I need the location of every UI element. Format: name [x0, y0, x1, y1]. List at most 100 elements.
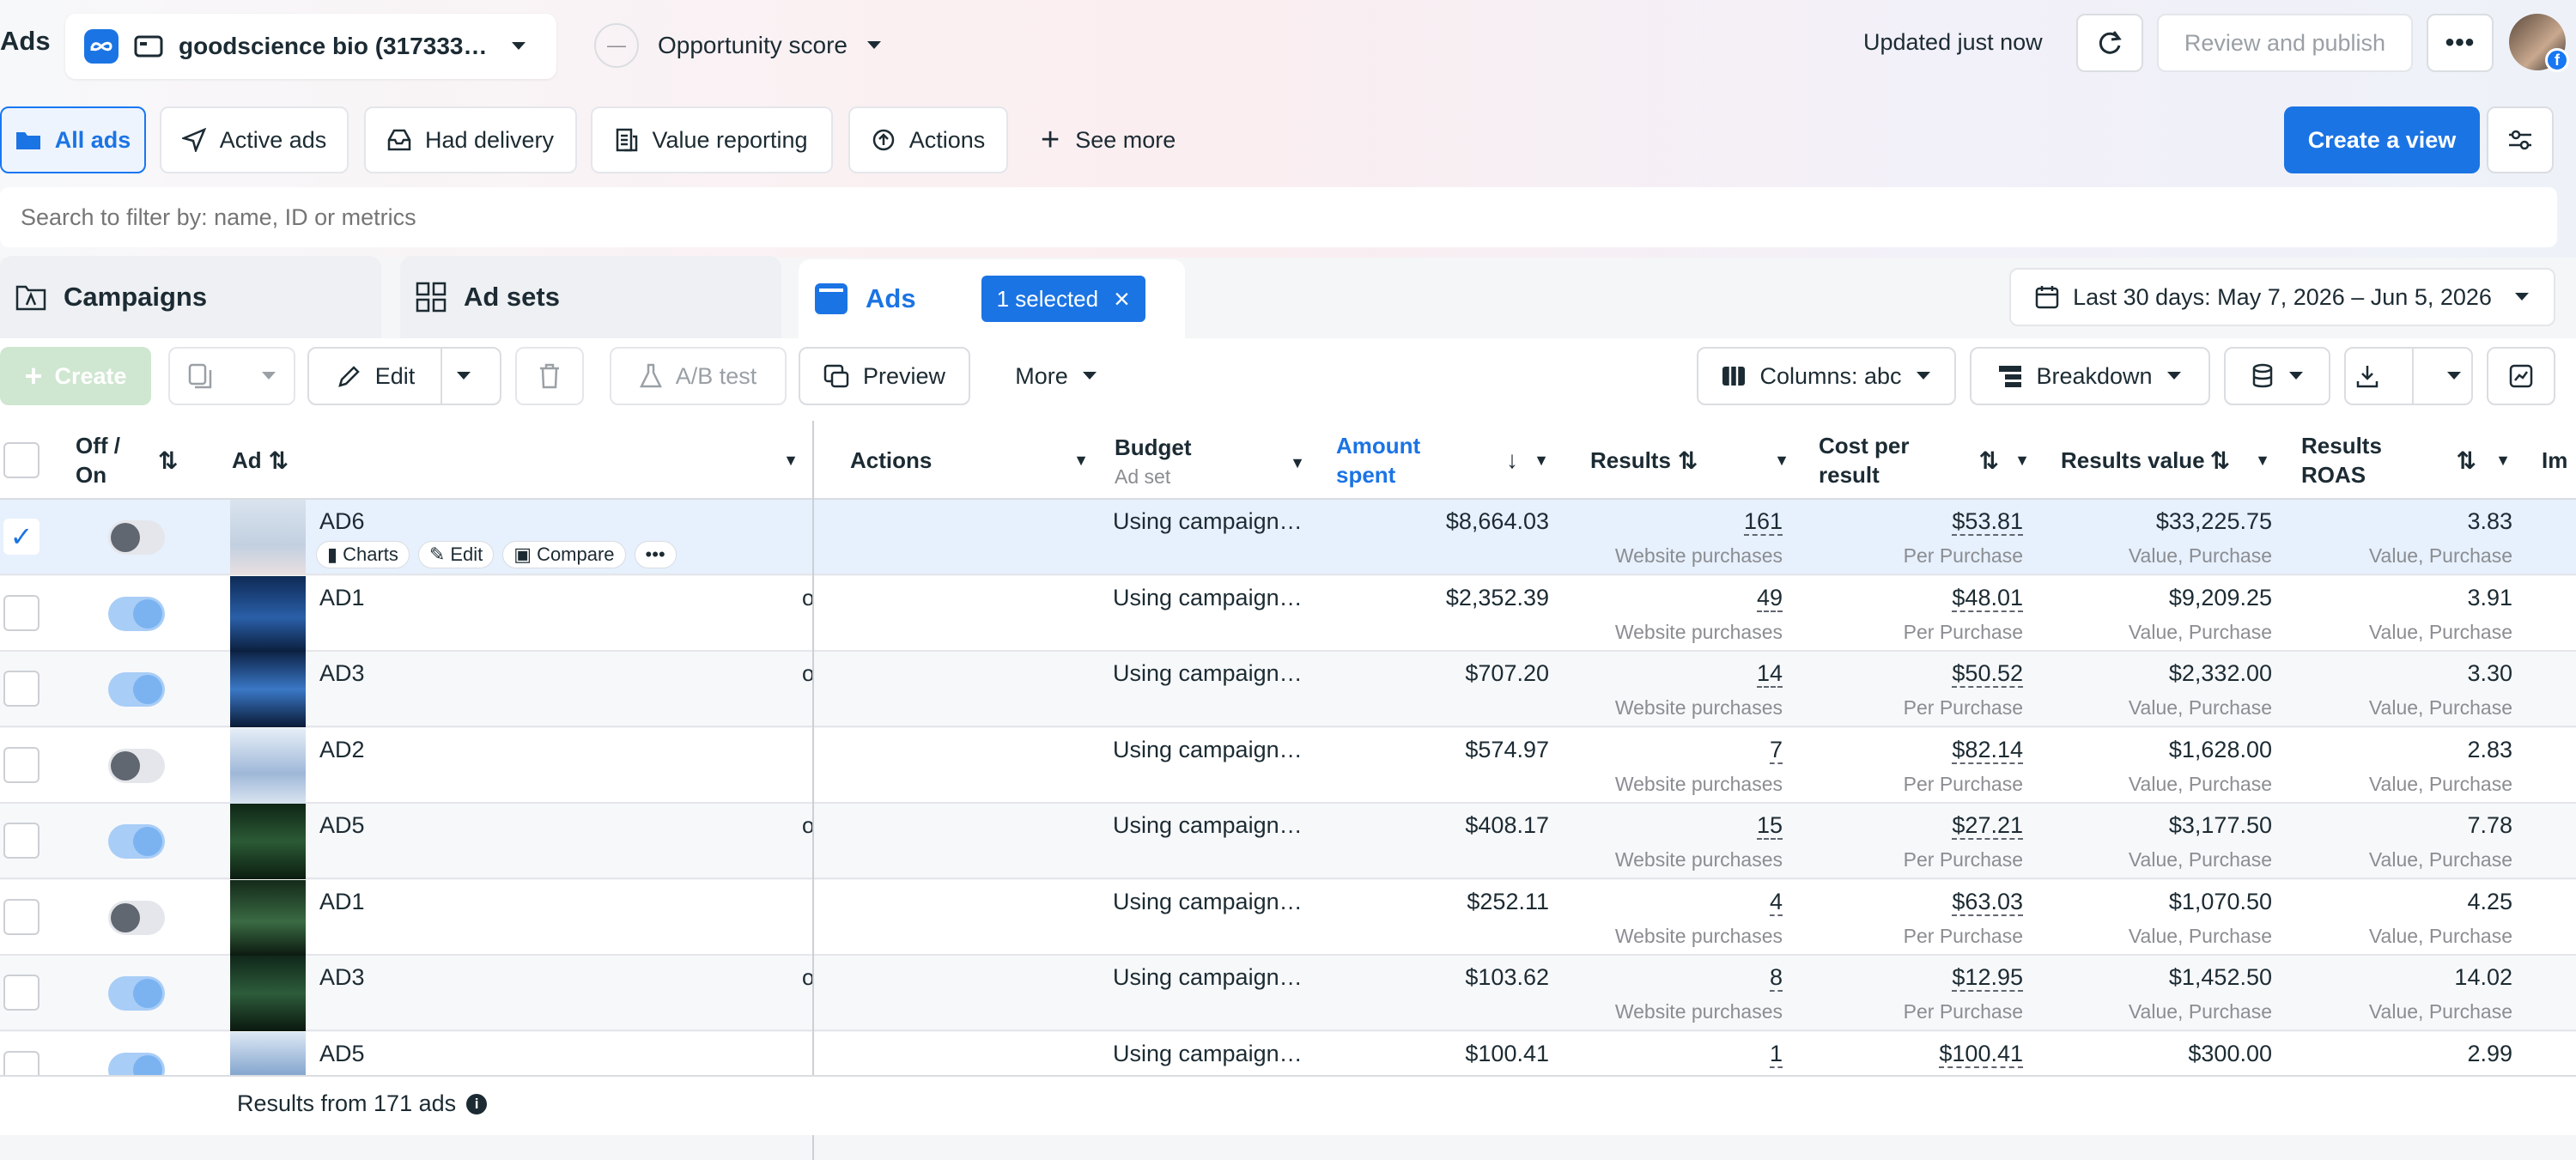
- delivery-toggle[interactable]: [108, 901, 165, 935]
- ad-name[interactable]: AD1: [319, 889, 365, 915]
- delivery-toggle[interactable]: [108, 672, 165, 707]
- tab-had-delivery[interactable]: Had delivery: [364, 106, 577, 173]
- tab-value-reporting[interactable]: Value reporting: [591, 106, 833, 173]
- search-bar[interactable]: [0, 187, 2557, 247]
- breakdown-dropdown[interactable]: Breakdown: [1970, 347, 2210, 405]
- row-checkbox[interactable]: [3, 899, 39, 935]
- results-value[interactable]: 8: [1769, 964, 1783, 992]
- reports-dropdown[interactable]: [2224, 347, 2330, 405]
- table-row[interactable]: AD1 Using campaign… $252.11 4 Website purcha…: [0, 880, 2576, 956]
- create-button[interactable]: + Create: [0, 347, 151, 405]
- table-row[interactable]: ✓ AD6 ▮ Charts ✎ Edit ▣ Compare ••• Using campaig…: [0, 500, 2576, 575]
- charts-button[interactable]: ▮ Charts: [316, 541, 410, 568]
- results-value[interactable]: 161: [1743, 508, 1783, 536]
- opportunity-score[interactable]: — Opportunity score: [594, 19, 882, 72]
- cost-per-result-value[interactable]: $50.52: [1952, 660, 2023, 688]
- row-more-button[interactable]: •••: [634, 541, 677, 568]
- tab-ads[interactable]: Ads 1 selected ×: [799, 259, 1185, 338]
- more-options-button[interactable]: •••: [2427, 14, 2494, 72]
- col-off-on[interactable]: Off / On ⇅: [76, 421, 213, 500]
- table-row[interactable]: AD1 ol Using campaign… $2,352.39 49 Website p…: [0, 576, 2576, 652]
- tab-ad-sets[interactable]: Ad sets: [400, 256, 781, 338]
- export-dropdown[interactable]: [2344, 347, 2473, 405]
- results-value[interactable]: 15: [1756, 812, 1783, 840]
- see-more-button[interactable]: + See more: [1041, 120, 1176, 160]
- refresh-button[interactable]: [2076, 14, 2143, 72]
- cost-per-result-value[interactable]: $82.14: [1952, 737, 2023, 764]
- duplicate-button[interactable]: [168, 347, 295, 405]
- ad-name[interactable]: AD3: [319, 660, 365, 687]
- results-value[interactable]: 49: [1756, 585, 1783, 612]
- cost-per-result-value[interactable]: $27.21: [1952, 812, 2023, 840]
- close-icon[interactable]: ×: [1114, 283, 1130, 315]
- ad-name[interactable]: AD1: [319, 585, 365, 611]
- view-settings-button[interactable]: [2487, 106, 2554, 173]
- table-row[interactable]: AD2 Using campaign… $574.97 7 Website purcha…: [0, 728, 2576, 804]
- row-checkbox[interactable]: [3, 747, 39, 783]
- col-results-roas[interactable]: Results ROAS ⇅ ▼: [2301, 421, 2511, 500]
- ad-thumbnail[interactable]: [230, 576, 306, 652]
- tab-actions[interactable]: Actions: [848, 106, 1008, 173]
- table-row[interactable]: AD3 ol Using campaign… $103.62 8 Website purc…: [0, 956, 2576, 1031]
- cost-per-result-value[interactable]: $12.95: [1952, 964, 2023, 992]
- ad-name[interactable]: AD6: [319, 508, 365, 535]
- row-edit-button[interactable]: ✎ Edit: [417, 541, 495, 568]
- selected-badge[interactable]: 1 selected ×: [981, 276, 1145, 322]
- row-checkbox[interactable]: [3, 595, 39, 631]
- ad-thumbnail[interactable]: [230, 880, 306, 956]
- results-value[interactable]: 7: [1769, 737, 1783, 764]
- ad-thumbnail[interactable]: [230, 652, 306, 727]
- create-view-button[interactable]: Create a view: [2284, 106, 2480, 173]
- delivery-toggle[interactable]: [108, 824, 165, 859]
- ad-thumbnail[interactable]: [230, 956, 306, 1031]
- more-dropdown[interactable]: More: [996, 347, 1116, 405]
- delivery-toggle[interactable]: [108, 749, 165, 783]
- row-checkbox[interactable]: [3, 975, 39, 1011]
- table-row[interactable]: AD3 ol Using campaign… $707.20 14 Website pur…: [0, 652, 2576, 727]
- row-checkbox[interactable]: [3, 671, 39, 707]
- ab-test-button[interactable]: A/B test: [610, 347, 787, 405]
- tab-all-ads[interactable]: All ads: [0, 106, 146, 173]
- results-value[interactable]: 14: [1756, 660, 1783, 688]
- ad-name[interactable]: AD3: [319, 964, 365, 991]
- tab-active-ads[interactable]: Active ads: [160, 106, 349, 173]
- account-selector[interactable]: goodscience bio (317333…: [65, 14, 556, 79]
- tab-campaigns[interactable]: Campaigns: [0, 256, 381, 338]
- preview-button[interactable]: Preview: [799, 347, 970, 405]
- ad-thumbnail[interactable]: [230, 500, 306, 575]
- col-cost-per-result[interactable]: Cost per result ⇅ ▼: [1819, 421, 2030, 500]
- cost-per-result-value[interactable]: $53.81: [1952, 508, 2023, 536]
- col-actions[interactable]: Actions ▼: [850, 421, 1089, 500]
- col-next[interactable]: Im: [2542, 421, 2576, 500]
- results-value[interactable]: 4: [1769, 889, 1783, 916]
- cost-per-result-value[interactable]: $63.03: [1952, 889, 2023, 916]
- delivery-toggle[interactable]: [108, 597, 165, 631]
- ad-name[interactable]: AD5: [319, 812, 365, 839]
- cost-per-result-value[interactable]: $48.01: [1952, 585, 2023, 612]
- select-all-checkbox[interactable]: [3, 442, 39, 478]
- delivery-toggle[interactable]: [108, 520, 165, 555]
- table-row[interactable]: AD5 ol Using campaign… $408.17 15 Website pur…: [0, 804, 2576, 879]
- ad-name[interactable]: AD5: [319, 1041, 365, 1067]
- col-amount-spent[interactable]: Amount spent ↓ ▼: [1336, 421, 1549, 500]
- col-budget[interactable]: Budget Ad set ▼: [1115, 421, 1305, 500]
- ad-thumbnail[interactable]: [230, 728, 306, 804]
- date-range-picker[interactable]: Last 30 days: May 7, 2026 – Jun 5, 2026: [2009, 268, 2555, 326]
- edit-button[interactable]: Edit: [307, 347, 501, 405]
- results-value[interactable]: 1: [1769, 1041, 1783, 1068]
- col-results[interactable]: Results ⇅ ▼: [1590, 421, 1789, 500]
- delete-button[interactable]: [515, 347, 584, 405]
- row-checkbox[interactable]: [3, 823, 39, 859]
- avatar[interactable]: f: [2509, 14, 2569, 72]
- cost-per-result-value[interactable]: $100.41: [1939, 1041, 2023, 1068]
- review-publish-button[interactable]: Review and publish: [2157, 14, 2413, 72]
- ad-name[interactable]: AD2: [319, 737, 365, 763]
- compare-button[interactable]: ▣ Compare: [502, 541, 626, 568]
- search-input[interactable]: [21, 187, 2511, 247]
- col-results-value[interactable]: Results value ⇅ ▼: [2061, 421, 2270, 500]
- row-checkbox[interactable]: ✓: [3, 519, 39, 555]
- col-ad[interactable]: Ad ⇅ ▼: [232, 421, 799, 500]
- charts-toggle-button[interactable]: [2487, 347, 2555, 405]
- delivery-toggle[interactable]: [108, 976, 165, 1011]
- columns-dropdown[interactable]: Columns: abc: [1697, 347, 1956, 405]
